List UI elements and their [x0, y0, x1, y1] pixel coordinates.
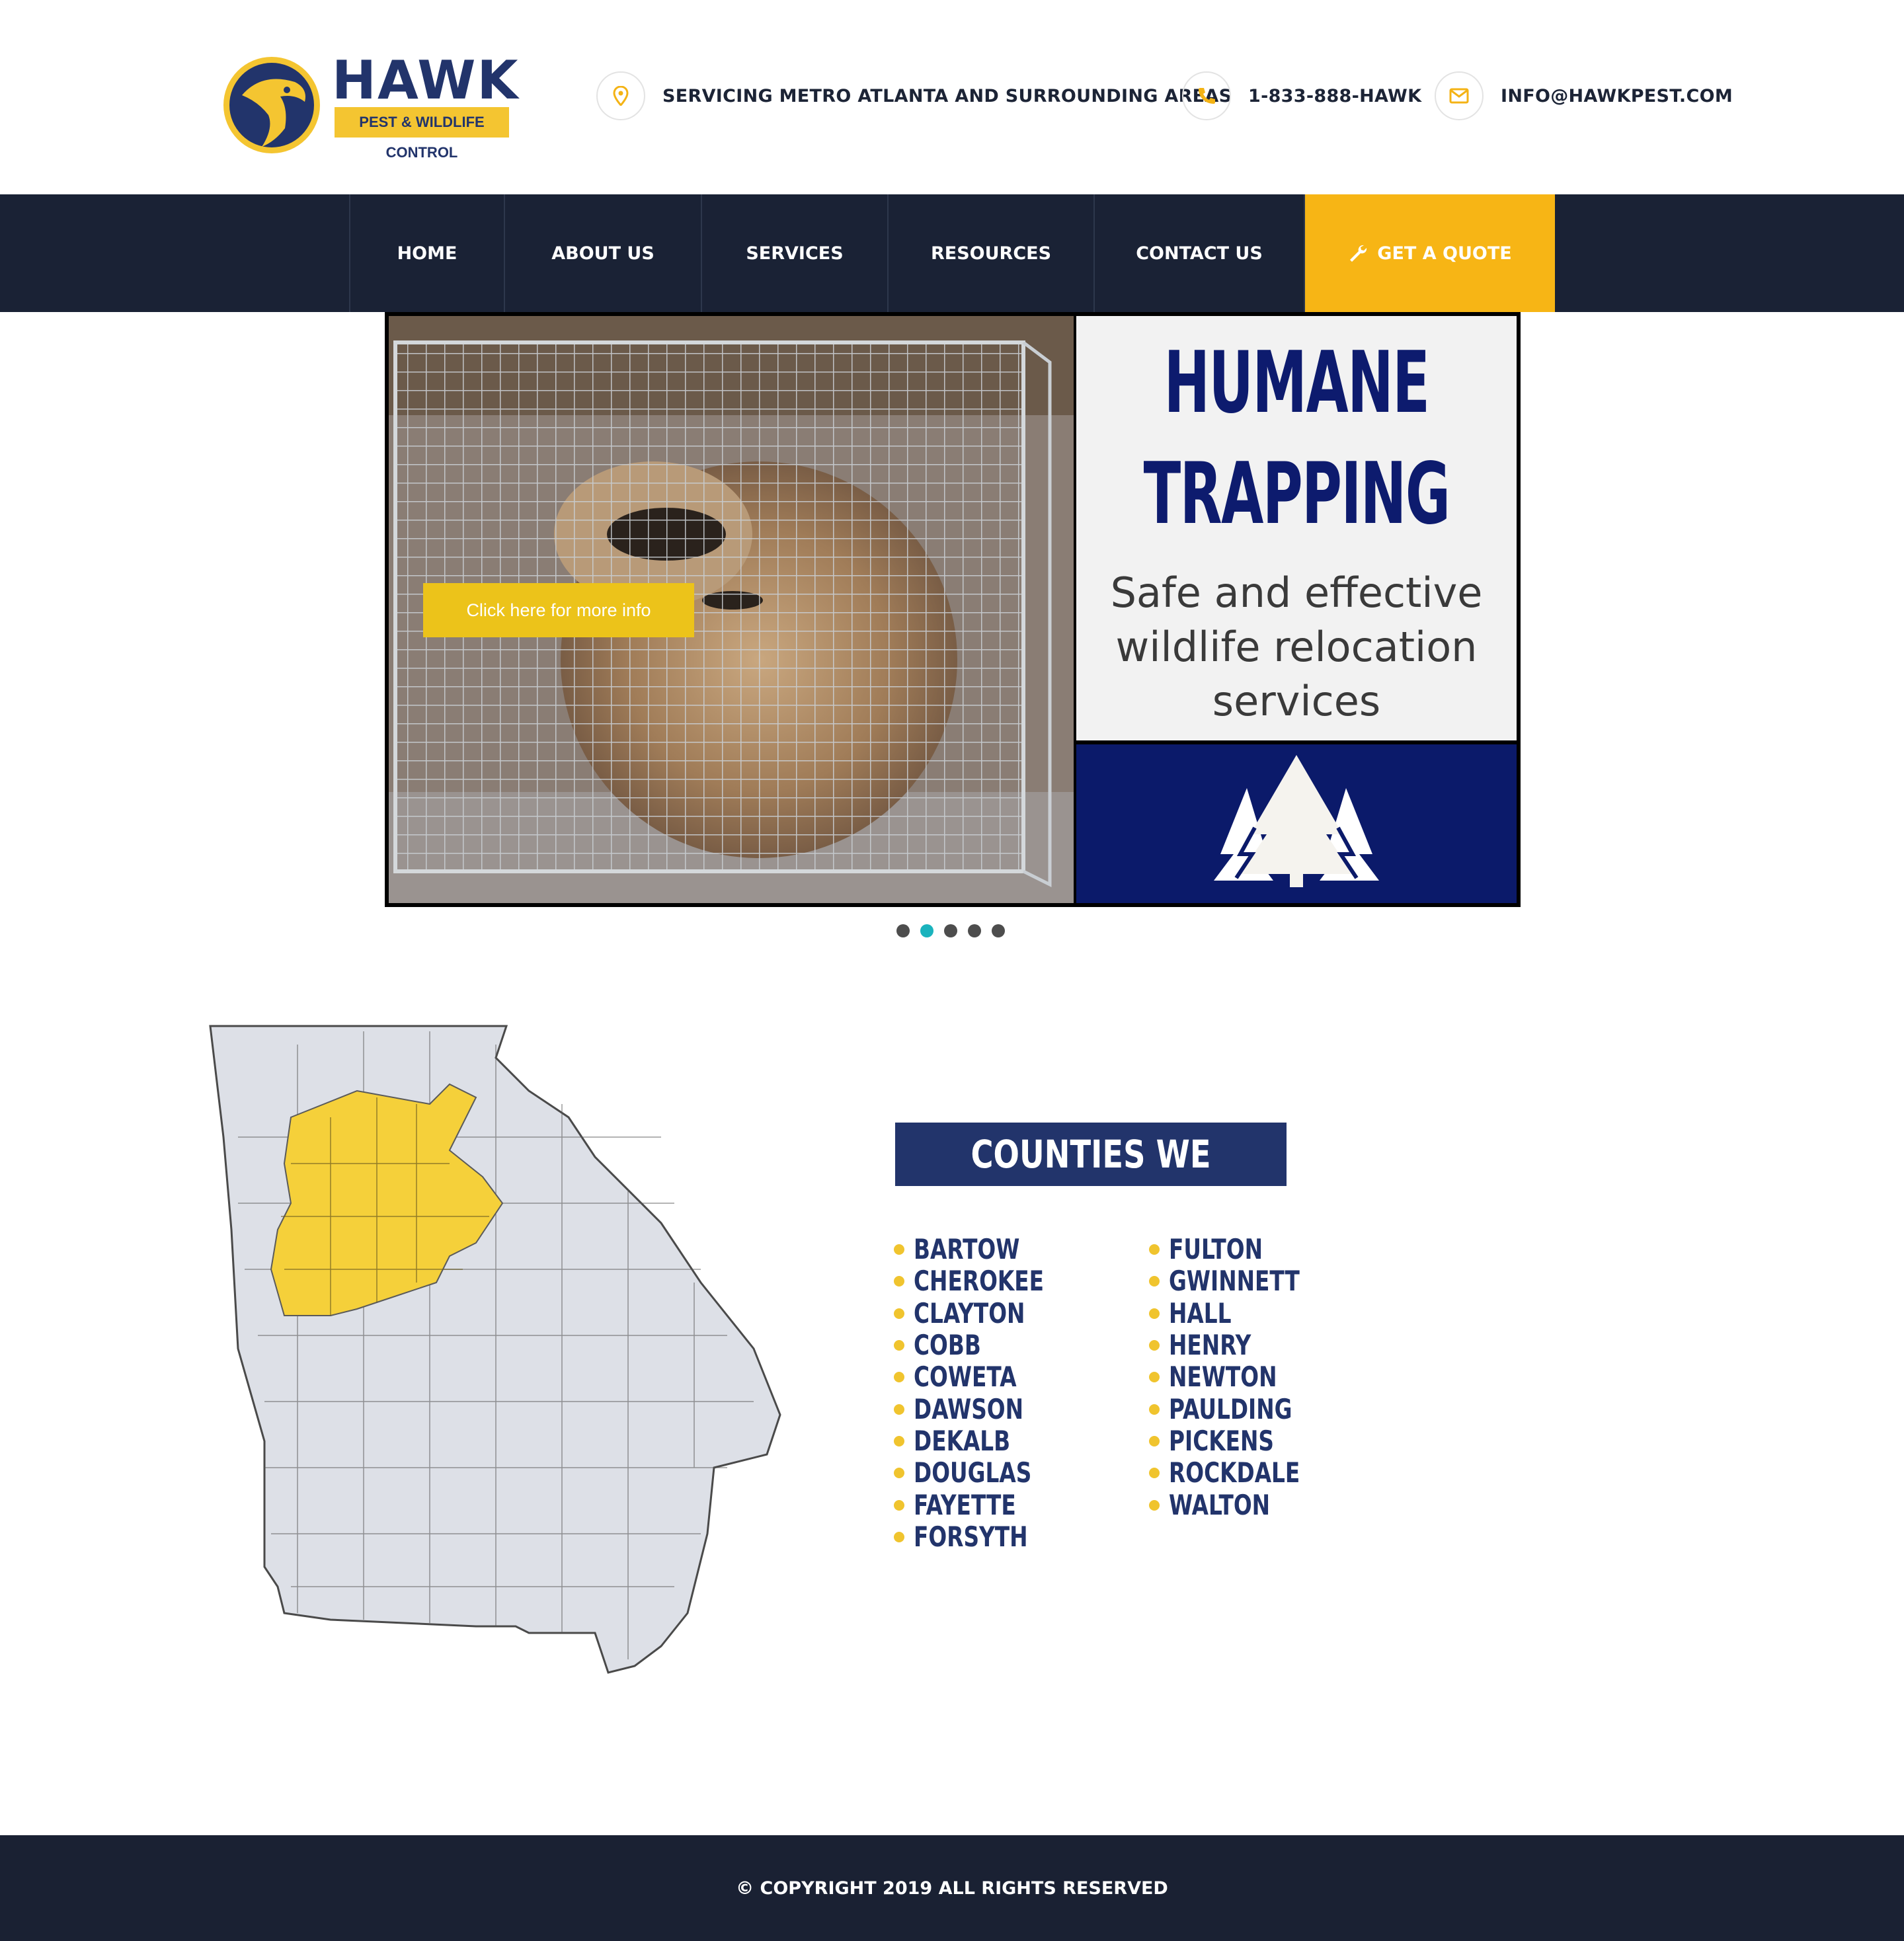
list-item: NEWTON [1149, 1361, 1337, 1393]
list-item: DAWSON [894, 1393, 1081, 1425]
bullet-icon [1149, 1340, 1160, 1351]
nav-contact-us[interactable]: CONTACT US [1093, 194, 1305, 312]
slide-dot-4[interactable] [968, 924, 981, 937]
nav-home[interactable]: HOME [349, 194, 504, 312]
list-item: COWETA [894, 1361, 1081, 1393]
list-item: PICKENS [1149, 1425, 1337, 1457]
bullet-icon [1149, 1372, 1160, 1383]
location-info: SERVICING METRO ATLANTA AND SURROUNDING … [596, 70, 1232, 122]
email-info[interactable]: INFO@HAWKPEST.COM [1435, 70, 1733, 122]
list-item: HENRY [1149, 1329, 1337, 1361]
list-item: FORSYTH [894, 1521, 1081, 1553]
bullet-icon [894, 1435, 904, 1446]
brand-tagline: PEST & WILDLIFE CONTROL [335, 107, 509, 161]
trees-badge-panel [1076, 744, 1517, 903]
georgia-county-map [209, 1025, 781, 1674]
service-area-text: SERVICING METRO ATLANTA AND SURROUNDING … [662, 85, 1232, 106]
more-info-button[interactable]: Click here for more info [423, 583, 694, 637]
bullet-icon [894, 1531, 904, 1542]
bullet-icon [1149, 1468, 1160, 1479]
list-item: BARTOW [894, 1234, 1081, 1265]
list-item: CHEROKEE [894, 1265, 1081, 1297]
counties-list-left: BARTOW CHEROKEE CLAYTON COBB COWETA DAWS… [894, 1234, 1081, 1553]
slide-dot-1[interactable] [896, 924, 910, 937]
bullet-icon [894, 1372, 904, 1383]
pine-trees-icon [1214, 755, 1379, 887]
list-item: FULTON [1149, 1234, 1337, 1265]
get-a-quote-button[interactable]: GET A QUOTE [1305, 194, 1555, 312]
main-nav: HOME ABOUT US SERVICES RESOURCES CONTACT… [0, 194, 1904, 312]
bullet-icon [894, 1244, 904, 1255]
phone-icon [1182, 71, 1231, 120]
bullet-icon [1149, 1244, 1160, 1255]
slide-dot-2[interactable] [920, 924, 933, 937]
slide-subtitle: Safe and effective wildlife relocation s… [1110, 569, 1483, 725]
list-item: GWINNETT [1149, 1265, 1337, 1297]
list-item: ROCKDALE [1149, 1457, 1337, 1489]
hawk-logo-icon [223, 57, 320, 153]
list-item: PAULDING [1149, 1393, 1337, 1425]
bullet-icon [1149, 1435, 1160, 1446]
phone-info[interactable]: 1-833-888-HAWK [1182, 70, 1421, 122]
list-item: WALTON [1149, 1489, 1337, 1521]
list-item: CLAYTON [894, 1298, 1081, 1329]
bullet-icon [1149, 1404, 1160, 1415]
slide-dot-3[interactable] [944, 924, 957, 937]
footer: © COPYRIGHT 2019 ALL RIGHTS RESERVED [0, 1835, 1904, 1941]
list-item: COBB [894, 1329, 1081, 1361]
counties-title: COUNTIES WE SERVE [895, 1123, 1287, 1240]
nav-about-us[interactable]: ABOUT US [504, 194, 701, 312]
map-pin-icon [596, 71, 645, 120]
list-item: DOUGLAS [894, 1457, 1081, 1489]
logo[interactable]: HAWK PEST & WILDLIFE CONTROL [222, 54, 518, 161]
brand-name: HAWK [332, 50, 520, 111]
slider-pagination [896, 924, 1005, 937]
copyright-text: © COPYRIGHT 2019 ALL RIGHTS RESERVED [736, 1878, 1168, 1899]
get-a-quote-label: GET A QUOTE [1377, 243, 1512, 264]
headline-humane: HUMANE [1164, 334, 1430, 432]
bullet-icon [1149, 1499, 1160, 1511]
bullet-icon [894, 1404, 904, 1415]
wrench-icon [1350, 245, 1367, 262]
phone-link[interactable]: 1-833-888-HAWK [1248, 87, 1421, 105]
list-item: FAYETTE [894, 1489, 1081, 1521]
nav-resources[interactable]: RESOURCES [887, 194, 1093, 312]
bullet-icon [894, 1340, 904, 1351]
list-item: HALL [1149, 1298, 1337, 1329]
headline-trapping: TRAPPING [1143, 445, 1450, 543]
bullet-icon [1149, 1276, 1160, 1287]
counties-list-right: FULTON GWINNETT HALL HENRY NEWTON PAULDI… [1149, 1234, 1337, 1521]
bullet-icon [894, 1499, 904, 1511]
slide-dot-5[interactable] [992, 924, 1005, 937]
list-item: DEKALB [894, 1425, 1081, 1457]
nav-services[interactable]: SERVICES [701, 194, 887, 312]
email-link[interactable]: INFO@HAWKPEST.COM [1501, 87, 1733, 105]
bullet-icon [894, 1308, 904, 1319]
bullet-icon [1149, 1308, 1160, 1319]
bullet-icon [894, 1276, 904, 1287]
envelope-icon [1435, 71, 1484, 120]
bullet-icon [894, 1468, 904, 1479]
humane-trapping-panel: HUMANE TRAPPING Safe and effective wildl… [1076, 316, 1517, 740]
